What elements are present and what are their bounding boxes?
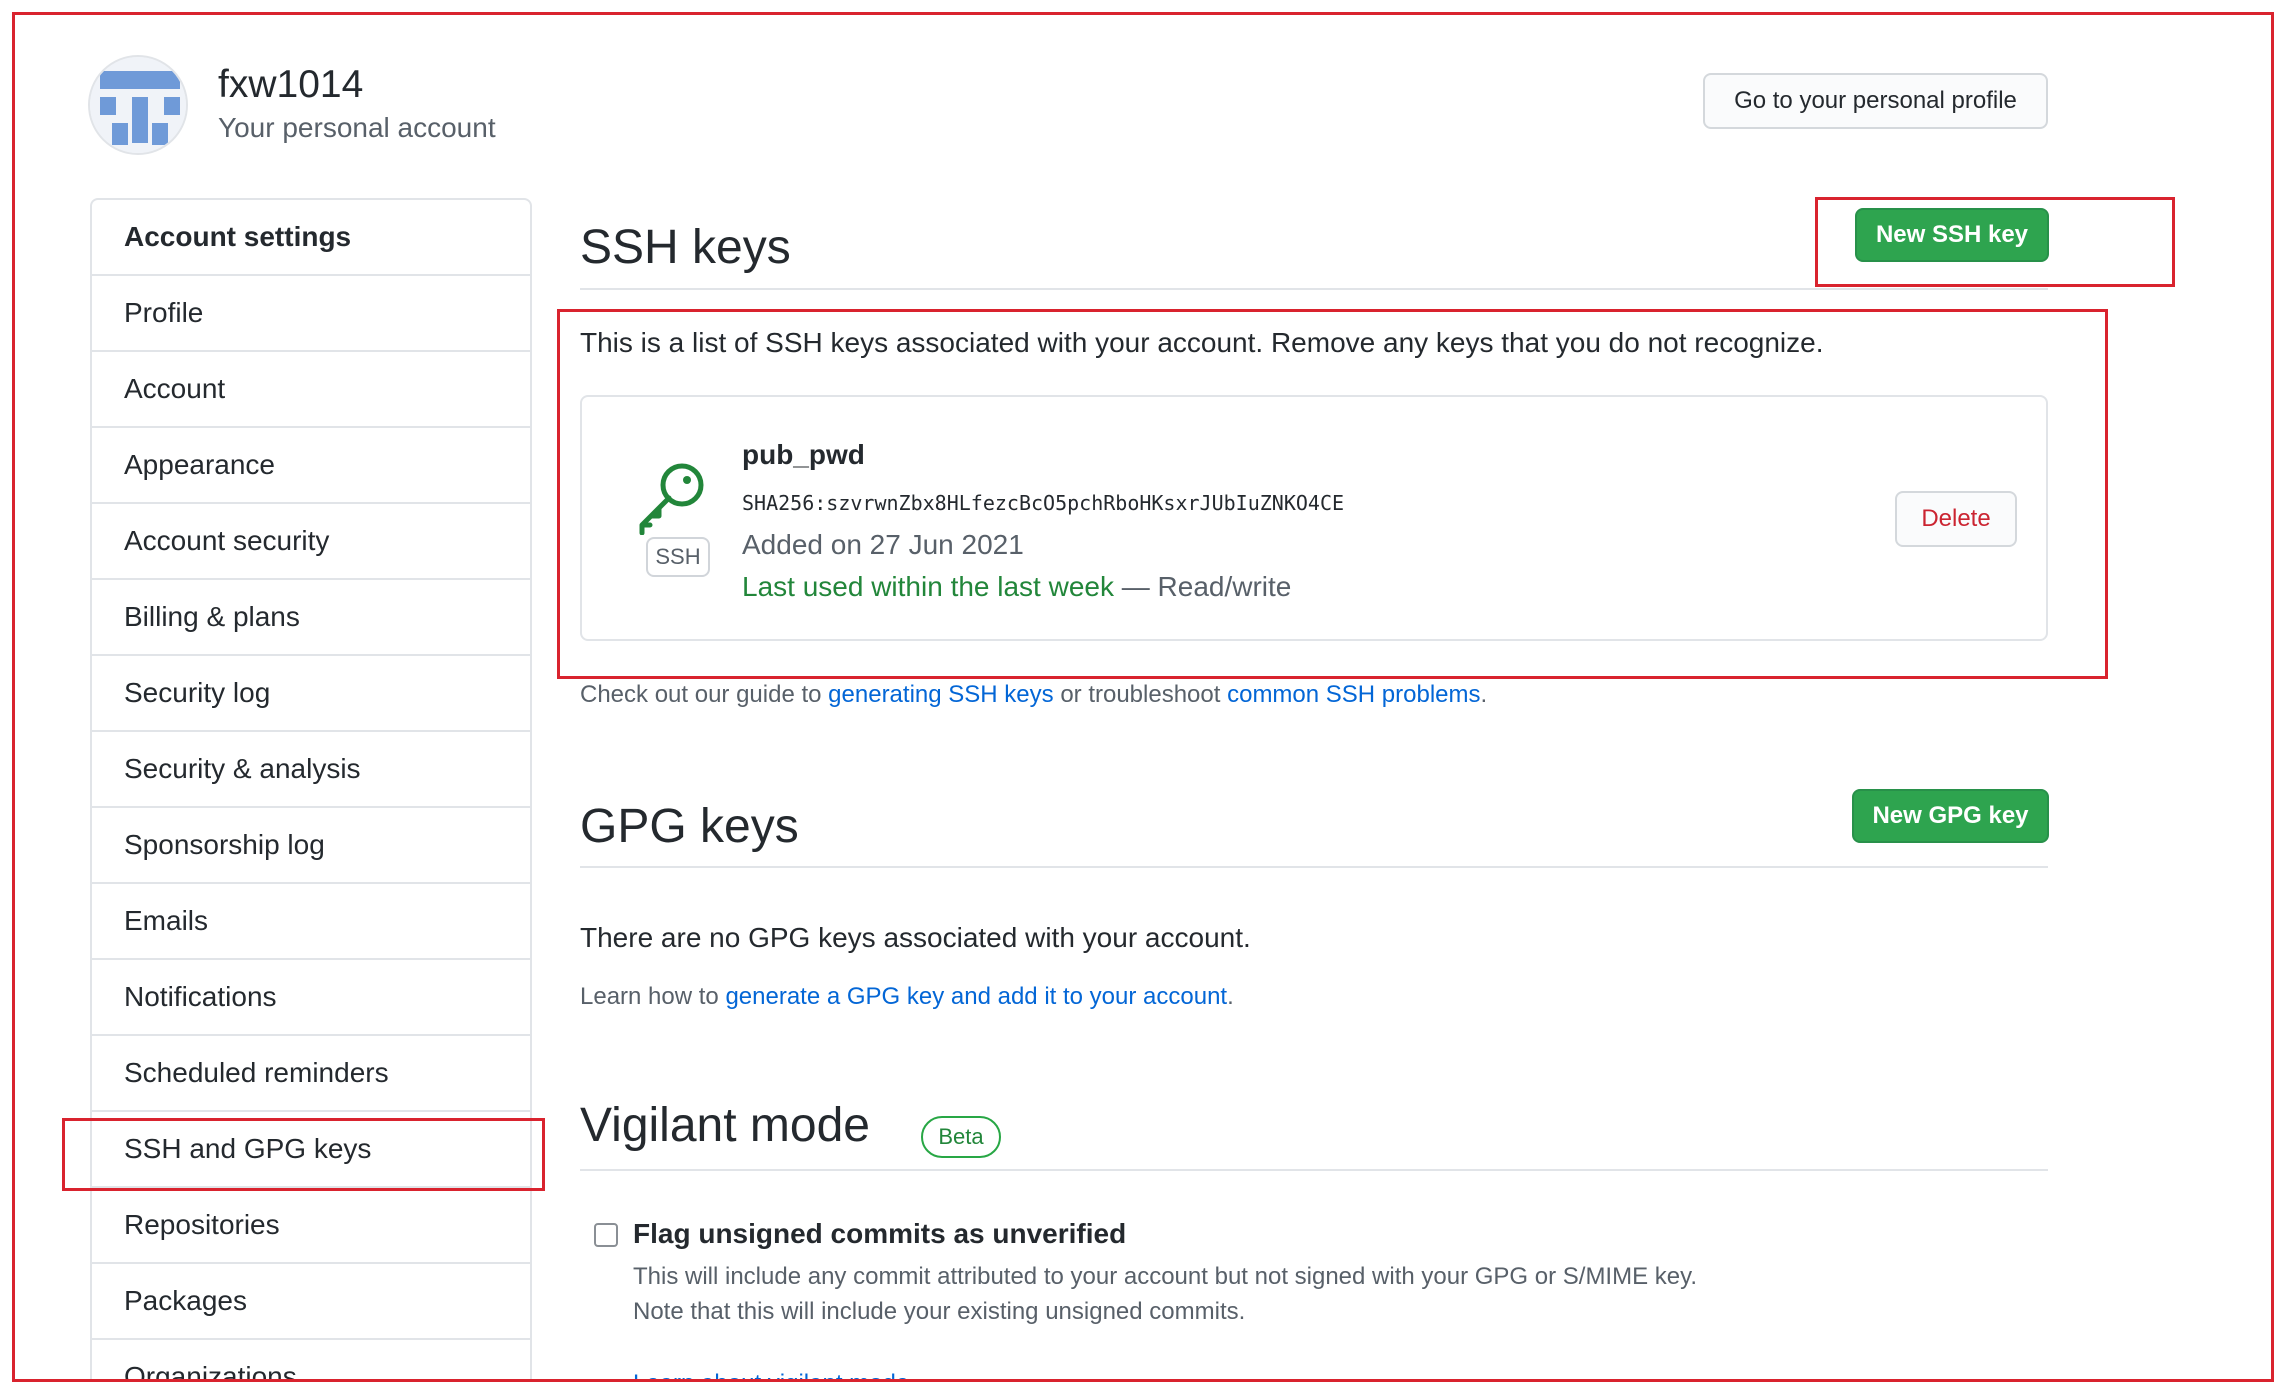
key-icon [639, 463, 704, 535]
vigilant-mode-heading: Vigilant mode [580, 1099, 870, 1152]
screenshot-frame: fxw1014 Your personal account Go to your… [12, 12, 2274, 1382]
gpg-learn-text: Learn how to generate a GPG key and add … [580, 983, 1234, 1011]
ssh-keys-heading: SSH keys [580, 221, 791, 274]
ssh-divider [580, 288, 2048, 290]
sidebar-title: Account settings [92, 200, 530, 276]
ssh-key-usage: Last used within the last week — Read/wr… [742, 571, 1291, 603]
avatar-identicon [90, 57, 186, 153]
sidebar-item-notifications[interactable]: Notifications [92, 960, 530, 1036]
sidebar-item-scheduled-reminders[interactable]: Scheduled reminders [92, 1036, 530, 1112]
gpg-keys-heading: GPG keys [580, 800, 799, 853]
sidebar-item-organizations[interactable]: Organizations [92, 1340, 530, 1379]
sidebar-item-billing[interactable]: Billing & plans [92, 580, 530, 656]
ssh-key-added-date: Added on 27 Jun 2021 [742, 529, 1024, 560]
learn-vigilant-mode-link[interactable]: Learn about vigilant mode. [633, 1370, 916, 1379]
ssh-key-last-used: Last used within the last week [742, 571, 1114, 602]
ssh-type-badge: SSH [646, 537, 710, 577]
sidebar-item-appearance[interactable]: Appearance [92, 428, 530, 504]
flag-unsigned-commits-checkbox[interactable] [594, 1223, 618, 1247]
ssh-guide-middle: or troubleshoot [1060, 681, 1221, 708]
sidebar-item-security-analysis[interactable]: Security & analysis [92, 732, 530, 808]
common-ssh-problems-link[interactable]: common SSH problems [1227, 681, 1480, 708]
gpg-divider [580, 866, 2048, 868]
account-subtitle: Your personal account [218, 112, 496, 143]
sidebar-item-sponsorship-log[interactable]: Sponsorship log [92, 808, 530, 884]
vigilant-description-1: This will include any commit attributed … [633, 1263, 1698, 1290]
vigilant-description-2: Note that this will include your existin… [633, 1298, 1246, 1325]
new-gpg-key-button[interactable]: New GPG key [1852, 789, 2049, 843]
sidebar-item-account[interactable]: Account [92, 352, 530, 428]
account-username[interactable]: fxw1014 [218, 63, 363, 107]
generating-ssh-keys-link[interactable]: generating SSH keys [828, 681, 1053, 708]
ssh-description: This is a list of SSH keys associated wi… [580, 327, 1824, 358]
beta-badge: Beta [921, 1116, 1001, 1158]
ssh-key-card: SSH pub_pwd SHA256:szvrwnZbx8HLfezcBcO5p… [580, 395, 2048, 641]
vigilant-divider [580, 1169, 2048, 1171]
avatar[interactable] [88, 55, 188, 155]
sidebar-item-repositories[interactable]: Repositories [92, 1188, 530, 1264]
gpg-empty-message: There are no GPG keys associated with yo… [580, 922, 1251, 953]
flag-unsigned-commits-label[interactable]: Flag unsigned commits as unverified [633, 1218, 1126, 1250]
delete-ssh-key-button[interactable]: Delete [1895, 491, 2017, 547]
settings-sidebar: Account settings Profile Account Appeara… [90, 198, 532, 1379]
sidebar-item-security-log[interactable]: Security log [92, 656, 530, 732]
ssh-key-name: pub_pwd [742, 439, 865, 470]
sidebar-item-emails[interactable]: Emails [92, 884, 530, 960]
sidebar-item-ssh-gpg-keys[interactable]: SSH and GPG keys [92, 1112, 530, 1188]
sidebar-item-packages[interactable]: Packages [92, 1264, 530, 1340]
ssh-guide-suffix: . [1480, 681, 1488, 708]
ssh-key-fingerprint: SHA256:szvrwnZbx8HLfezcBcO5pchRboHKsxrJU… [742, 491, 1345, 515]
new-ssh-key-button[interactable]: New SSH key [1855, 208, 2049, 262]
sidebar-item-profile[interactable]: Profile [92, 276, 530, 352]
ssh-guide-prefix: Check out our guide to [580, 681, 822, 708]
gpg-learn-prefix: Learn how to [580, 983, 719, 1010]
go-to-profile-button[interactable]: Go to your personal profile [1703, 73, 2048, 129]
generate-gpg-key-link[interactable]: generate a GPG key and add it to your ac… [725, 983, 1227, 1010]
ssh-guide-text: Check out our guide to generating SSH ke… [580, 681, 1487, 709]
gpg-learn-suffix: . [1227, 983, 1234, 1010]
sidebar-item-account-security[interactable]: Account security [92, 504, 530, 580]
ssh-key-access: — Read/write [1121, 571, 1292, 602]
